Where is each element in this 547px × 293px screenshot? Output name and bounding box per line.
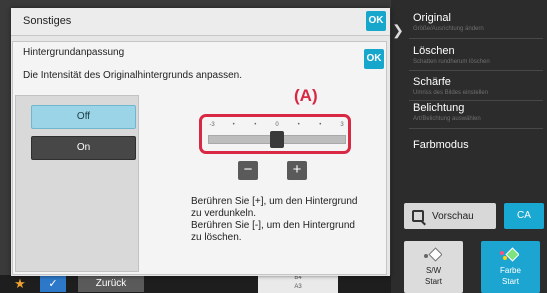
sonstiges-dialog: Sonstiges OK Hintergrundanpassung OK Die… — [11, 8, 390, 276]
menu-item-title: Löschen — [413, 45, 455, 57]
color-start-button[interactable]: Farbe Start — [481, 241, 540, 293]
menu-item-subtitle: Umriss des Bildes einstellen — [413, 90, 489, 96]
menu-item-subtitle: Art/Belichtung auswählen — [413, 116, 481, 122]
dialog-title: Sonstiges — [23, 15, 72, 27]
slider-tick: • — [232, 122, 235, 128]
slider-tick: 3 — [340, 122, 344, 128]
bw-start-icon — [424, 247, 442, 262]
help-line: zu löschen. — [191, 232, 242, 243]
callout-label: (A) — [294, 86, 318, 105]
preview-icon — [412, 210, 424, 222]
start-label-line1: S/W — [425, 266, 442, 275]
checkmark-icon[interactable]: ✓ — [40, 276, 66, 292]
minus-button[interactable]: − — [238, 161, 258, 180]
plus-button[interactable]: + — [287, 161, 307, 180]
help-line: Berühren Sie [-], um den Hintergrund — [191, 220, 355, 231]
slider-tick: • — [297, 122, 300, 128]
paper-size-indicator: B4 A3 — [258, 274, 338, 293]
slider-tick: • — [254, 122, 257, 128]
menu-item-subtitle: Schatten rundherum löschen — [413, 59, 490, 65]
inner-ok-button[interactable]: OK — [364, 49, 384, 69]
slider-tick: • — [319, 122, 322, 128]
inner-dialog-title: Hintergrundanpassung — [23, 47, 125, 58]
menu-item-belichtung[interactable]: Belichtung Art/Belichtung auswählen — [413, 102, 543, 123]
help-text: Berühren Sie [+], um den Hintergrund zu … — [191, 196, 381, 244]
menu-item-title: Original — [413, 12, 451, 24]
paper-size-bottom: A3 — [294, 284, 302, 290]
menu-divider — [409, 128, 543, 129]
menu-divider — [409, 70, 543, 71]
menu-item-original[interactable]: Original Größe/Ausrichtung ändern — [413, 12, 543, 33]
chevron-right-icon[interactable]: ❯ — [391, 22, 405, 39]
back-button[interactable]: Zurück — [78, 276, 144, 292]
preview-button[interactable]: Vorschau — [404, 203, 496, 229]
menu-item-schaerfe[interactable]: Schärfe Umriss des Bildes einstellen — [413, 76, 543, 97]
on-off-panel: Off On — [15, 95, 139, 272]
help-line: Berühren Sie [+], um den Hintergrund — [191, 196, 358, 207]
menu-item-loeschen[interactable]: Löschen Schatten rundherum löschen — [413, 45, 543, 66]
slider-tick: -3 — [209, 122, 215, 128]
menu-item-title: Belichtung — [413, 102, 465, 114]
menu-divider — [409, 100, 543, 101]
outer-ok-button[interactable]: OK — [366, 11, 386, 31]
on-toggle-button[interactable]: On — [31, 136, 136, 160]
slider-thumb[interactable] — [270, 131, 284, 148]
menu-item-title: Schärfe — [413, 76, 451, 88]
color-start-icon — [500, 247, 519, 262]
menu-divider — [409, 38, 543, 39]
help-line: zu verdunkeln. — [191, 208, 257, 219]
bw-start-button[interactable]: S/W Start — [404, 241, 463, 293]
dialog-header: Sonstiges OK — [11, 8, 390, 36]
hintergrund-dialog: Hintergrundanpassung OK Die Intensität d… — [12, 41, 387, 275]
start-label-line2: Start — [502, 277, 519, 286]
ca-button[interactable]: CA — [504, 203, 544, 229]
slider-tick: 0 — [275, 122, 279, 128]
start-label-line2: Start — [425, 277, 442, 286]
dialog-description: Die Intensität des Originalhintergrunds … — [23, 70, 243, 81]
start-label-line1: Farbe — [500, 266, 521, 275]
off-toggle-button[interactable]: Off — [31, 105, 136, 129]
slider-ticks: -3 • • 0 • • 3 — [209, 120, 344, 130]
intensity-slider[interactable]: -3 • • 0 • • 3 — [199, 114, 351, 154]
menu-item-subtitle: Größe/Ausrichtung ändern — [413, 26, 484, 32]
menu-item-title: Farbmodus — [413, 139, 469, 151]
star-icon[interactable]: ★ — [12, 276, 28, 292]
preview-label: Vorschau — [432, 210, 474, 222]
menu-item-farbmodus[interactable]: Farbmodus — [413, 139, 543, 152]
